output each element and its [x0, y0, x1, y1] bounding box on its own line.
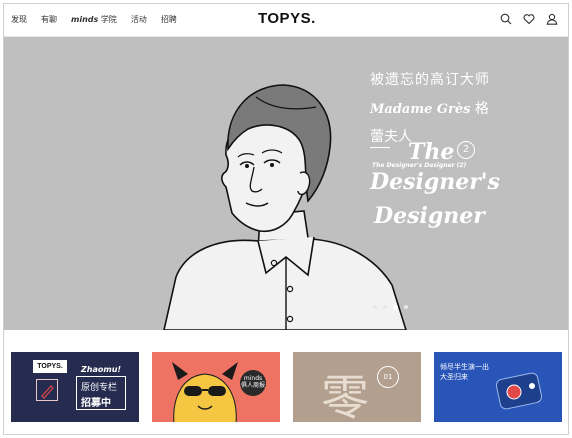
hero-banner[interactable]: 被遗忘的高订大师 Madame Grès 格 蕾夫人 The 2 The Des…	[4, 37, 568, 330]
card-monkey-king[interactable]: 倾尽半生演一出 大圣归来	[434, 352, 562, 422]
search-icon[interactable]	[500, 13, 512, 25]
site-logo[interactable]: TOPYS.	[258, 10, 316, 27]
carousel-indicators	[373, 304, 408, 310]
carousel-dot[interactable]	[373, 305, 377, 309]
card-graphic-box	[36, 379, 58, 401]
card-subtitle: 大圣归来	[440, 373, 468, 381]
minds-wordmark: minds	[71, 15, 99, 24]
page-frame: 发现 有聊 minds 学院 活动 招聘 TOPYS. 被遗忘的高订大师 Mad…	[3, 3, 569, 435]
character-illustration	[172, 362, 238, 422]
carousel-dot[interactable]	[383, 305, 387, 309]
nav-item-chat[interactable]: 有聊	[41, 14, 57, 25]
card-column-recruit[interactable]: TOPYS. Zhaomu! 原创专栏 招募中	[11, 352, 139, 422]
lettering-issue-number: 2	[457, 141, 475, 159]
hero-lettering: The 2 The Designer's Designer (2) Design…	[370, 139, 540, 249]
heart-icon[interactable]	[523, 13, 535, 25]
card-badge: minds 俱人周报	[240, 370, 266, 396]
nav-item-discover[interactable]: 发现	[11, 14, 27, 25]
carousel-dot[interactable]	[404, 305, 408, 309]
lettering-dash	[370, 147, 390, 148]
lettering-subtitle: The Designer's Designer (2)	[372, 162, 467, 169]
hero-title-name-cn: 格	[474, 101, 489, 117]
device-illustration	[495, 372, 543, 410]
card-issue-number: 01	[377, 366, 399, 388]
nav-item-jobs[interactable]: 招聘	[161, 14, 177, 25]
hero-title-line2: Madame Grès 格	[370, 98, 545, 118]
lettering-designer: Designer	[374, 203, 485, 229]
nav-item-minds-label: 学院	[100, 15, 117, 24]
hero-title-line1: 被遗忘的高订大师	[370, 72, 490, 88]
nav-item-minds-academy[interactable]: minds 学院	[71, 14, 117, 25]
header-tools	[500, 13, 558, 25]
pen-icon	[41, 385, 54, 399]
card-character: 零	[321, 370, 370, 422]
hero-headline: 被遗忘的高订大师 Madame Grès 格 蕾夫人	[370, 69, 545, 146]
main-nav: 发现 有聊 minds 学院 活动 招聘	[11, 14, 177, 25]
card-topys-logo: TOPYS.	[33, 360, 67, 373]
lettering-designers: Designer's	[370, 169, 500, 195]
card-title: 倾尽半生演一出	[440, 363, 489, 371]
nav-item-events[interactable]: 活动	[131, 14, 147, 25]
featured-cards: TOPYS. Zhaomu! 原创专栏 招募中 minds 俱人周报 零 01 …	[11, 352, 563, 422]
hero-title-name-en: Madame Grès	[370, 102, 471, 117]
card-zero-series[interactable]: 零 01	[293, 352, 421, 422]
carousel-dot-active[interactable]	[393, 304, 398, 310]
card-title: 原创专栏	[81, 383, 118, 393]
card-minds-weekly[interactable]: minds 俱人周报	[152, 352, 280, 422]
site-header: 发现 有聊 minds 学院 活动 招聘 TOPYS.	[4, 4, 568, 37]
card-subtitle: 招募中	[81, 398, 111, 409]
card-tag: Zhaomu!	[81, 365, 122, 374]
user-icon[interactable]	[546, 13, 558, 25]
